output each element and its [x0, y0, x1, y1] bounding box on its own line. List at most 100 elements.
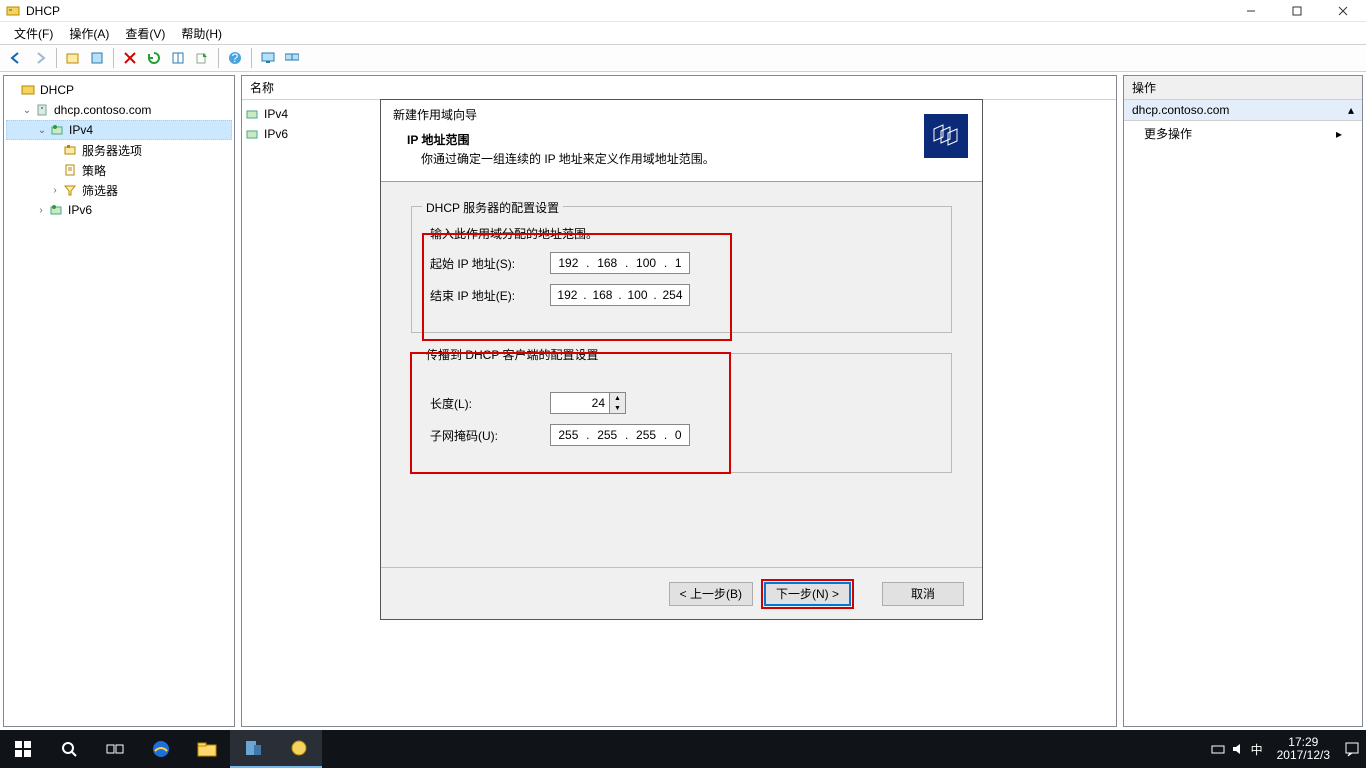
- menu-help[interactable]: 帮助(H): [173, 23, 230, 44]
- spin-down-icon[interactable]: ▼: [610, 403, 625, 413]
- monitor-icon[interactable]: [257, 47, 279, 69]
- help-icon[interactable]: ?: [224, 47, 246, 69]
- new-scope-wizard: 新建作用域向导 IP 地址范围 你通过确定一组连续的 IP 地址来定义作用域地址…: [380, 99, 983, 620]
- start-ip-row: 起始 IP 地址(S): 192. 168. 100. 1: [430, 252, 933, 274]
- search-icon[interactable]: [46, 730, 92, 768]
- end-ip-input[interactable]: 192. 168. 100. 254: [550, 284, 690, 306]
- forward-button[interactable]: [29, 47, 51, 69]
- actions-title: 操作: [1124, 76, 1362, 100]
- tree-root-dhcp[interactable]: DHCP: [6, 80, 232, 100]
- chevron-right-icon: ▸: [1336, 127, 1342, 141]
- filters-icon: [62, 182, 78, 198]
- taskbar-clock[interactable]: 17:29 2017/12/3: [1269, 736, 1338, 762]
- ipv6-icon: [244, 126, 260, 142]
- dual-monitor-icon[interactable]: [281, 47, 303, 69]
- svg-text:?: ?: [232, 51, 239, 65]
- back-button[interactable]: < 上一步(B): [669, 582, 753, 606]
- mask-input[interactable]: 255. 255. 255. 0: [550, 424, 690, 446]
- range-hint: 输入此作用域分配的地址范围。: [430, 225, 933, 242]
- chevron-up-icon: ▴: [1348, 103, 1354, 117]
- menu-file[interactable]: 文件(F): [6, 23, 61, 44]
- tree-label: dhcp.contoso.com: [54, 103, 151, 117]
- start-button[interactable]: [0, 730, 46, 768]
- dhcp-task-icon[interactable]: [276, 730, 322, 768]
- system-tray: 中 17:29 2017/12/3: [1211, 736, 1366, 762]
- columns-icon[interactable]: [167, 47, 189, 69]
- tree: DHCP ⌄ dhcp.contoso.com ⌄ IPv4 服务器选项: [4, 76, 234, 224]
- tree-label: IPv4: [69, 123, 93, 137]
- tree-server[interactable]: ⌄ dhcp.contoso.com: [6, 100, 232, 120]
- expander-icon[interactable]: ›: [34, 205, 48, 216]
- menu-view[interactable]: 查看(V): [117, 23, 173, 44]
- wizard-header: 新建作用域向导 IP 地址范围 你通过确定一组连续的 IP 地址来定义作用域地址…: [381, 100, 982, 182]
- tray-sound-icon[interactable]: [1231, 742, 1245, 756]
- server-manager-icon[interactable]: [230, 730, 276, 768]
- length-spinner[interactable]: ▲▼: [610, 392, 626, 414]
- close-button[interactable]: [1320, 0, 1366, 22]
- tree-ipv6[interactable]: › IPv6: [6, 200, 232, 220]
- start-ip-label: 起始 IP 地址(S):: [430, 255, 550, 272]
- actions-context[interactable]: dhcp.contoso.com ▴: [1124, 100, 1362, 121]
- wizard-body: DHCP 服务器的配置设置 输入此作用域分配的地址范围。 起始 IP 地址(S)…: [381, 182, 982, 567]
- menubar: 文件(F) 操作(A) 查看(V) 帮助(H): [0, 22, 1366, 44]
- wizard-banner-icon: [924, 114, 968, 158]
- end-ip-row: 结束 IP 地址(E): 192. 168. 100. 254: [430, 284, 933, 306]
- next-button[interactable]: 下一步(N) >: [764, 582, 851, 606]
- column-header-name[interactable]: 名称: [242, 76, 1116, 100]
- tray-network-icon[interactable]: [1211, 742, 1225, 756]
- ie-icon[interactable]: [138, 730, 184, 768]
- toolbar-separator: [251, 48, 252, 68]
- toolbar-separator: [113, 48, 114, 68]
- minimize-button[interactable]: [1228, 0, 1274, 22]
- length-input[interactable]: [550, 392, 610, 414]
- client-config-group: 传播到 DHCP 客户端的配置设置 长度(L): ▲▼ 子网掩码(U): 255…: [411, 353, 952, 473]
- end-ip-label: 结束 IP 地址(E):: [430, 287, 550, 304]
- list-item-label: IPv4: [264, 107, 288, 121]
- notifications-icon[interactable]: [1344, 741, 1360, 757]
- tree-policies[interactable]: 策略: [6, 160, 232, 180]
- back-button[interactable]: [5, 47, 27, 69]
- options-icon: [62, 142, 78, 158]
- tree-label: IPv6: [68, 203, 92, 217]
- start-ip-input[interactable]: 192. 168. 100. 1: [550, 252, 690, 274]
- explorer-icon[interactable]: [184, 730, 230, 768]
- tree-panel: DHCP ⌄ dhcp.contoso.com ⌄ IPv4 服务器选项: [3, 75, 235, 727]
- expander-icon[interactable]: ›: [48, 185, 62, 196]
- expander-icon[interactable]: ⌄: [35, 125, 49, 136]
- menu-action[interactable]: 操作(A): [61, 23, 117, 44]
- expander-icon[interactable]: ⌄: [20, 105, 34, 116]
- tree-ipv4[interactable]: ⌄ IPv4: [6, 120, 232, 140]
- ipv4-icon: [244, 106, 260, 122]
- delete-icon[interactable]: [119, 47, 141, 69]
- group-legend: 传播到 DHCP 客户端的配置设置: [422, 346, 602, 363]
- group-legend: DHCP 服务器的配置设置: [422, 199, 563, 216]
- policies-icon: [62, 162, 78, 178]
- taskbar: 中 17:29 2017/12/3: [0, 730, 1366, 768]
- wizard-subtitle: IP 地址范围: [407, 131, 970, 148]
- ime-indicator[interactable]: 中: [1251, 741, 1263, 758]
- wizard-title: 新建作用域向导: [393, 106, 970, 123]
- length-label: 长度(L):: [430, 395, 550, 412]
- refresh-icon[interactable]: [143, 47, 165, 69]
- new-container-icon[interactable]: [62, 47, 84, 69]
- clock-date: 2017/12/3: [1277, 749, 1330, 762]
- toolbar-separator: [56, 48, 57, 68]
- actions-more-label: 更多操作: [1144, 125, 1192, 142]
- tree-label: DHCP: [40, 83, 74, 97]
- export-icon[interactable]: [191, 47, 213, 69]
- wizard-footer: < 上一步(B) 下一步(N) > 取消: [381, 567, 982, 619]
- wizard-description: 你通过确定一组连续的 IP 地址来定义作用域地址范围。: [421, 150, 970, 167]
- tree-server-options[interactable]: 服务器选项: [6, 140, 232, 160]
- cancel-button[interactable]: 取消: [882, 582, 964, 606]
- server-config-group: DHCP 服务器的配置设置 输入此作用域分配的地址范围。 起始 IP 地址(S)…: [411, 206, 952, 333]
- properties-icon[interactable]: [86, 47, 108, 69]
- tree-label: 策略: [82, 162, 106, 179]
- toolbar-separator: [218, 48, 219, 68]
- actions-more[interactable]: 更多操作 ▸: [1124, 121, 1362, 146]
- spin-up-icon[interactable]: ▲: [610, 393, 625, 403]
- server-icon: [34, 102, 50, 118]
- actions-panel: 操作 dhcp.contoso.com ▴ 更多操作 ▸: [1123, 75, 1363, 727]
- maximize-button[interactable]: [1274, 0, 1320, 22]
- taskview-icon[interactable]: [92, 730, 138, 768]
- tree-filters[interactable]: › 筛选器: [6, 180, 232, 200]
